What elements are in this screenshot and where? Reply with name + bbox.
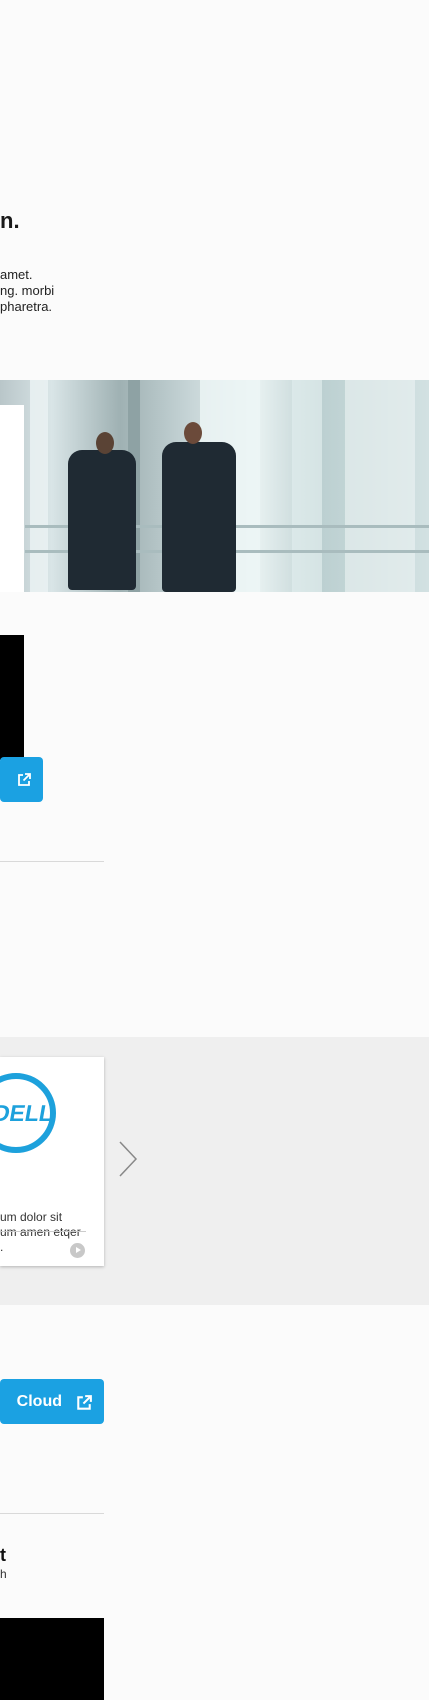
intro-line-2: ng. morbi [0, 283, 55, 298]
hero-photo [0, 380, 429, 592]
card-text-line-1: um dolor sit [0, 1210, 63, 1224]
external-link-button[interactable] [0, 757, 43, 802]
media-panel[interactable] [0, 1618, 104, 1700]
card-text-line-3: . [0, 1240, 4, 1254]
video-panel[interactable] [0, 635, 24, 760]
card-text-line-2: um amen etqer [0, 1225, 81, 1239]
intro-line-3: pharetra. [0, 299, 53, 314]
divider [0, 861, 104, 862]
play-icon[interactable] [70, 1243, 85, 1258]
external-link-icon [76, 1394, 92, 1410]
partner-card[interactable]: DELL um dolor sit um amen etqer . [0, 1057, 104, 1266]
card-divider [0, 1231, 86, 1232]
dell-logo: DELL [0, 1073, 56, 1153]
white-panel-edge [0, 405, 24, 592]
chevron-right-icon[interactable] [118, 1140, 138, 1178]
card-description: um dolor sit um amen etqer . [0, 1210, 104, 1255]
dell-logo-text: DELL [0, 1100, 56, 1126]
sub-text: h [0, 1567, 7, 1581]
section-heading: n. [0, 208, 20, 233]
external-link-icon [17, 772, 31, 787]
intro-paragraph: amet. ng. morbi pharetra. [0, 267, 90, 315]
cloud-button-label: Cloud [16, 1392, 62, 1410]
sub-title: t [0, 1545, 6, 1565]
cloud-button[interactable]: Cloud [0, 1379, 104, 1424]
divider [0, 1513, 104, 1514]
intro-line-1: amet. [0, 267, 33, 282]
